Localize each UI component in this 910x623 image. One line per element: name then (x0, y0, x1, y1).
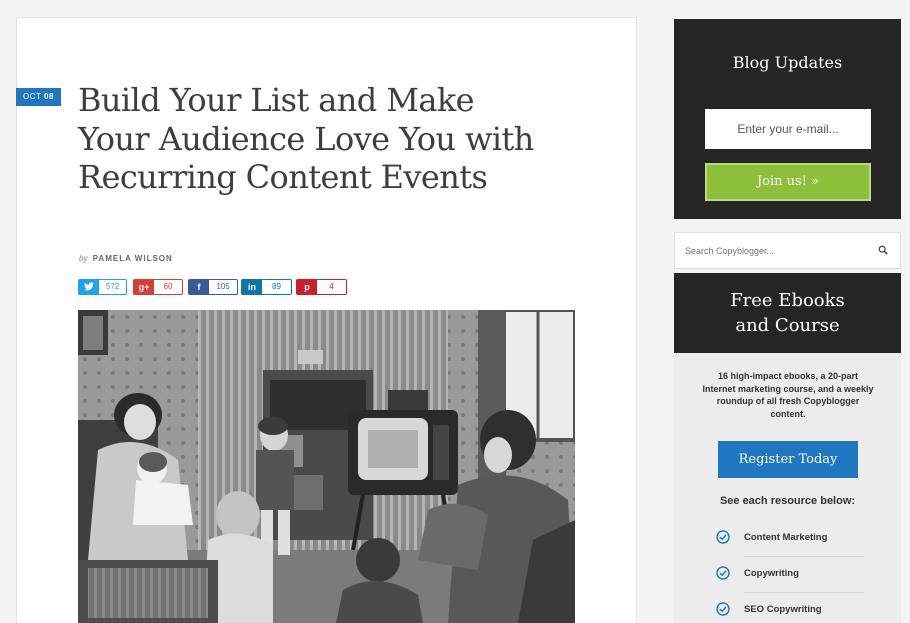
pinterest-icon: p (297, 280, 317, 294)
resource-item[interactable]: Copywriting (716, 563, 864, 583)
divider (744, 592, 864, 593)
linkedin-icon: in (242, 280, 262, 294)
byline: by PAMELA WILSON (79, 254, 173, 263)
pinterest-count: 4 (329, 282, 334, 291)
join-button[interactable]: Join us! » (705, 163, 871, 201)
twitter-icon (79, 280, 99, 294)
linkedin-count: 89 (272, 282, 281, 291)
check-circle-icon (716, 530, 730, 544)
resource-label: Copywriting (744, 567, 799, 579)
search-box (674, 232, 901, 269)
share-pinterest-button[interactable]: p 4 (296, 279, 347, 295)
date-month: OCT (23, 92, 42, 101)
share-twitter-button[interactable]: 572 (78, 279, 127, 295)
see-resources-label: See each resource below: (719, 495, 856, 507)
facebook-count: 105 (216, 282, 230, 291)
email-field[interactable] (705, 109, 871, 149)
twitter-count: 572 (105, 282, 120, 291)
google-plus-count: 60 (163, 282, 173, 291)
share-linkedin-button[interactable]: in 89 (241, 279, 292, 295)
ebooks-description: 16 high-impact ebooks, a 20-part Interne… (702, 371, 874, 419)
blog-updates-title: Blog Updates (732, 53, 843, 72)
ebooks-panel: 16 high-impact ebooks, a 20-part Interne… (674, 353, 901, 623)
search-icon[interactable] (878, 245, 888, 255)
resource-label: SEO Copywriting (744, 603, 822, 615)
date-badge: OCT 08 (16, 88, 61, 106)
divider (744, 556, 864, 557)
ebooks-title-line1: Free Ebooks (730, 290, 845, 311)
facebook-icon: f (189, 280, 209, 294)
byline-prefix: by (79, 254, 88, 263)
article-featured-image (78, 310, 575, 623)
resource-item[interactable]: SEO Copywriting (716, 599, 864, 619)
resource-label: Content Marketing (744, 531, 828, 543)
share-google-plus-button[interactable]: g+ 60 (133, 279, 183, 295)
article-title[interactable]: Build Your List and Make Your Audience L… (78, 81, 548, 197)
search-input[interactable] (685, 243, 865, 259)
resource-item[interactable]: Content Marketing (716, 527, 864, 547)
check-circle-icon (716, 566, 730, 580)
register-button[interactable]: Register Today (718, 441, 858, 478)
ebooks-title-line2: and Course (735, 315, 840, 336)
share-facebook-button[interactable]: f 105 (188, 279, 238, 295)
date-day: 08 (44, 92, 54, 101)
google-plus-icon: g+ (134, 280, 154, 294)
author-link[interactable]: PAMELA WILSON (93, 254, 173, 263)
ebooks-header: Free Ebooks and Course (674, 273, 901, 353)
check-circle-icon (716, 602, 730, 616)
blog-updates-widget: Blog Updates Join us! » (674, 19, 901, 219)
